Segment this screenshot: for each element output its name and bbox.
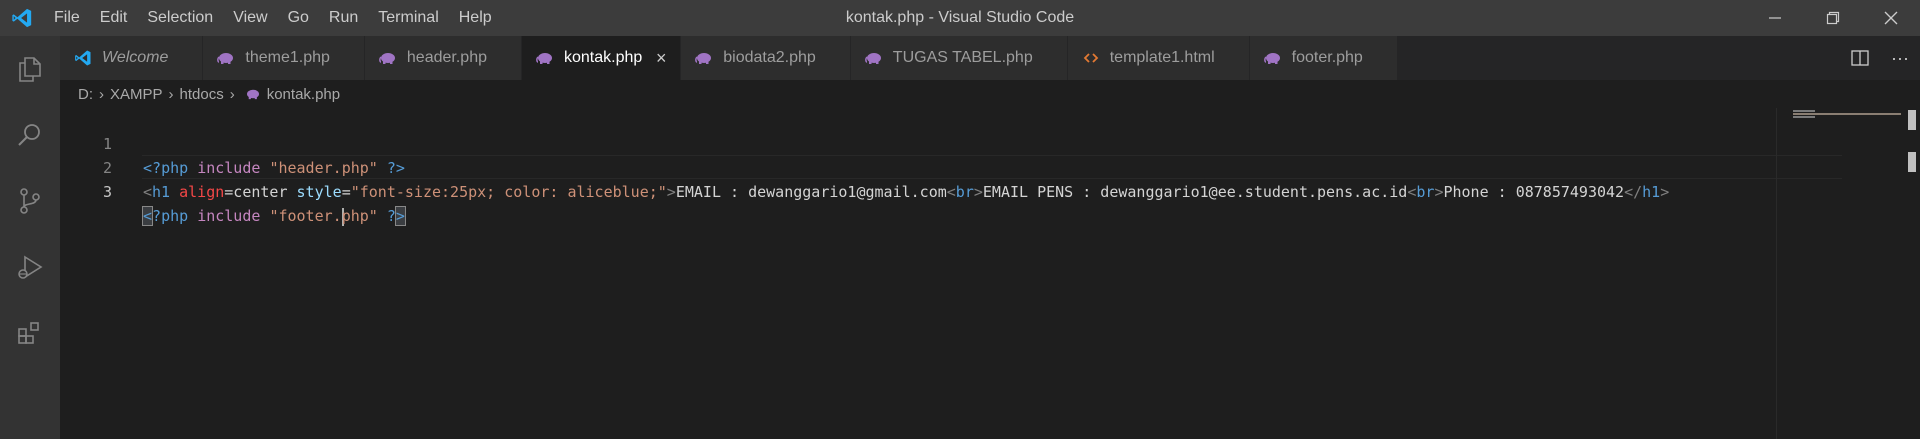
current-line-highlight (142, 155, 1842, 179)
restore-button[interactable] (1804, 0, 1862, 36)
chevron-right-icon: › (99, 85, 104, 103)
minimize-button[interactable] (1746, 0, 1804, 36)
code-text[interactable]: <h1 align=center style="font-size:25px; … (143, 180, 1669, 204)
vscode-logo-icon (0, 0, 44, 36)
menu-file[interactable]: File (44, 0, 90, 36)
menu-edit[interactable]: Edit (90, 0, 138, 36)
close-tab-icon[interactable]: × (652, 48, 670, 69)
activity-bar (0, 36, 60, 439)
explorer-icon[interactable] (0, 36, 60, 102)
window-controls (1746, 0, 1920, 36)
vscode-icon (72, 50, 94, 66)
tab-label: header.php (406, 49, 487, 66)
editor-actions: ··· (1840, 36, 1920, 80)
code-text[interactable]: <?php include "footer.php" ?> (141, 204, 406, 228)
menu-run[interactable]: Run (319, 0, 368, 36)
menu-bar: File Edit Selection View Go Run Terminal… (44, 0, 502, 36)
tab-biodata2[interactable]: biodata2.php (681, 36, 851, 80)
php-elephant-icon (693, 50, 715, 66)
code-line: 2 <h1 align=center style="font-size:25px… (60, 132, 1669, 201)
code-line: 3 <?php include "footer.php" ?> (60, 156, 406, 226)
tab-template1[interactable]: template1.html (1067, 36, 1250, 80)
restore-icon (1826, 11, 1840, 25)
minimize-icon (1769, 17, 1781, 19)
vertical-scrollbar[interactable] (1904, 108, 1920, 439)
php-elephant-icon (377, 50, 399, 66)
scrollbar-marker (1908, 152, 1916, 172)
editor-tab-bar: Welcome theme1.php header.php kontak.php… (60, 36, 1920, 80)
minimap-line (1793, 116, 1815, 118)
close-window-button[interactable] (1862, 0, 1920, 36)
scrollbar-marker (1908, 110, 1916, 130)
source-control-icon[interactable] (0, 168, 60, 234)
breadcrumb-file[interactable]: kontak.php (267, 86, 340, 103)
code-line: 1 <?php include "header.php" ?> (60, 108, 405, 177)
tab-label: theme1.php (245, 49, 330, 66)
tab-welcome[interactable]: Welcome (60, 36, 204, 80)
run-debug-icon[interactable] (0, 234, 60, 300)
tab-label: kontak.php (563, 49, 643, 66)
minimap-line (1793, 113, 1901, 115)
breadcrumb-xampp[interactable]: XAMPP (110, 86, 163, 103)
tab-tugas-tabel[interactable]: TUGAS TABEL.php (850, 36, 1068, 80)
php-elephant-icon (215, 50, 237, 66)
menu-selection[interactable]: Selection (137, 0, 223, 36)
code-editor[interactable]: 1 <?php include "header.php" ?> 2 <h1 al… (60, 108, 1842, 439)
menu-view[interactable]: View (223, 0, 277, 36)
php-elephant-icon (1262, 50, 1284, 66)
more-actions-icon[interactable]: ··· (1880, 36, 1920, 80)
tab-label: template1.html (1109, 49, 1215, 66)
tab-label: TUGAS TABEL.php (892, 49, 1033, 66)
tab-kontak[interactable]: kontak.php × (521, 36, 682, 80)
tab-footer[interactable]: footer.php (1249, 36, 1398, 80)
extensions-icon[interactable] (0, 300, 60, 366)
search-icon[interactable] (0, 102, 60, 168)
chevron-right-icon: › (229, 85, 235, 103)
title-bar: File Edit Selection View Go Run Terminal… (0, 0, 1920, 36)
php-elephant-icon (245, 88, 261, 100)
tab-label: biodata2.php (723, 49, 816, 66)
breadcrumb-htdocs[interactable]: htdocs (180, 86, 224, 103)
tab-label: footer.php (1291, 49, 1363, 66)
breadcrumb: D: › XAMPP › htdocs › kontak.php (60, 80, 340, 108)
close-icon (1884, 11, 1898, 25)
menu-terminal[interactable]: Terminal (368, 0, 448, 36)
menu-help[interactable]: Help (449, 0, 502, 36)
php-elephant-icon (863, 50, 885, 66)
minimap[interactable] (1776, 108, 1902, 439)
line-number: 3 (102, 183, 112, 201)
split-editor-icon[interactable] (1840, 36, 1880, 80)
tab-theme1[interactable]: theme1.php (203, 36, 365, 80)
menu-go[interactable]: Go (278, 0, 319, 36)
html-icon (1080, 50, 1102, 66)
minimap-line (1793, 110, 1815, 112)
chevron-right-icon: › (168, 85, 174, 103)
php-elephant-icon (534, 50, 556, 66)
breadcrumb-drive[interactable]: D: (78, 86, 93, 103)
tab-label: Welcome (102, 49, 169, 66)
tab-header[interactable]: header.php (364, 36, 522, 80)
